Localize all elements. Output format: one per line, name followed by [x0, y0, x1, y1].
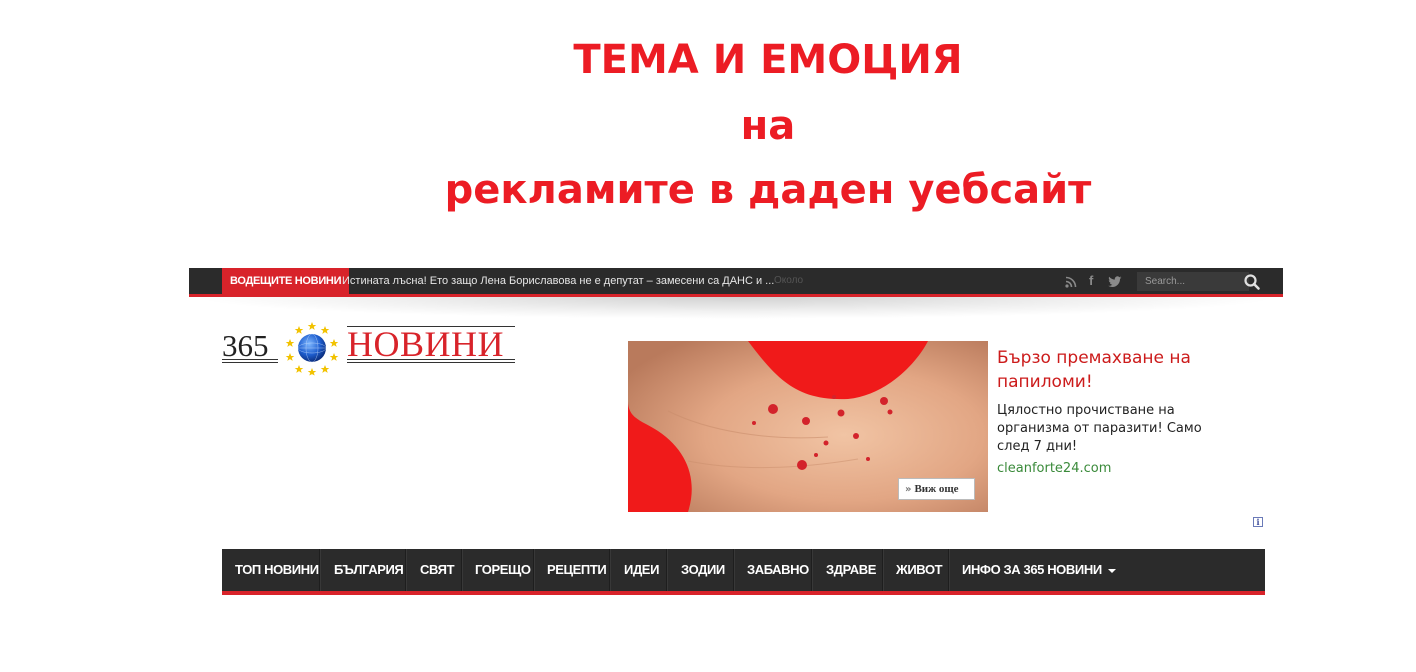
site-logo[interactable]: 365 НОВИНИ [222, 320, 517, 376]
nav-item-top-news[interactable]: ТОП НОВИНИ [235, 549, 319, 591]
nav-separator [733, 549, 735, 591]
nav-item-zodiac[interactable]: ЗОДИИ [681, 549, 725, 591]
nav-separator [666, 549, 668, 591]
nav-separator [405, 549, 407, 591]
logo-overline [347, 326, 515, 327]
top-bar: ВОДЕЩИТЕ НОВИНИ Истината лъсна! Ето защо… [189, 268, 1283, 297]
slide-title-line-2: на [740, 103, 796, 149]
nav-separator [461, 549, 463, 591]
nav-item-recipes[interactable]: РЕЦЕПТИ [547, 549, 607, 591]
logo-underline-left [222, 359, 278, 360]
ad-description: Цялостно прочистване на организма от пар… [997, 403, 1202, 454]
logo-underline-left-2 [222, 362, 278, 363]
logo-underline-right-2 [347, 362, 515, 363]
nav-item-hot[interactable]: ГОРЕЩО [475, 549, 531, 591]
double-chevron-right-icon: » [905, 484, 912, 495]
nav-item-ideas[interactable]: ИДЕИ [624, 549, 659, 591]
nav-item-bulgaria[interactable]: БЪЛГАРИЯ [334, 549, 404, 591]
nav-separator [533, 549, 535, 591]
ad-headline[interactable]: Бързо премахване на папиломи! [997, 346, 1227, 394]
nav-item-health[interactable]: ЗДРАВЕ [826, 549, 876, 591]
ad-see-more-label: Виж още [914, 483, 959, 495]
slide-title-line-1: ТЕМА И ЕМОЦИЯ [573, 37, 963, 83]
search-input[interactable] [1137, 272, 1249, 291]
nav-item-life[interactable]: ЖИВОТ [896, 549, 943, 591]
ad-domain[interactable]: cleanforte24.com [997, 461, 1111, 476]
rss-icon[interactable] [1065, 268, 1077, 294]
nav-item-info-dropdown[interactable]: ИНФО ЗА 365 НОВИНИ [962, 549, 1116, 591]
breaking-news-link[interactable]: Истината лъсна! Ето защо Лена Бориславов… [342, 268, 774, 294]
website-screenshot: ВОДЕЩИТЕ НОВИНИ Истината лъсна! Ето защо… [189, 268, 1283, 598]
nav-item-world[interactable]: СВЯТ [420, 549, 455, 591]
breaking-news-label: ВОДЕЩИТЕ НОВИНИ [222, 268, 350, 294]
main-navigation: ТОП НОВИНИ БЪЛГАРИЯ СВЯТ ГОРЕЩО РЕЦЕПТИ … [222, 549, 1265, 595]
breaking-news-time: Около [774, 275, 804, 286]
nav-separator [882, 549, 884, 591]
nav-separator [948, 549, 950, 591]
nav-separator [609, 549, 611, 591]
ad-see-more-button[interactable]: » Виж още [898, 478, 975, 500]
header-shadow [189, 297, 1283, 319]
twitter-icon[interactable] [1108, 268, 1122, 294]
nav-separator [319, 549, 321, 591]
nav-item-info-label: ИНФО ЗА 365 НОВИНИ [962, 562, 1102, 577]
globe-with-stars-icon [284, 320, 340, 376]
nav-item-fun[interactable]: ЗАБАВНО [747, 549, 809, 591]
caret-down-icon [1107, 568, 1116, 573]
ad-info-icon[interactable]: i [1253, 517, 1263, 527]
logo-underline-right [347, 359, 515, 360]
slide-title-line-3: рекламите в даден уебсайт [444, 167, 1092, 213]
search-icon[interactable] [1243, 273, 1261, 291]
nav-separator [811, 549, 813, 591]
facebook-icon[interactable]: f [1089, 268, 1093, 294]
